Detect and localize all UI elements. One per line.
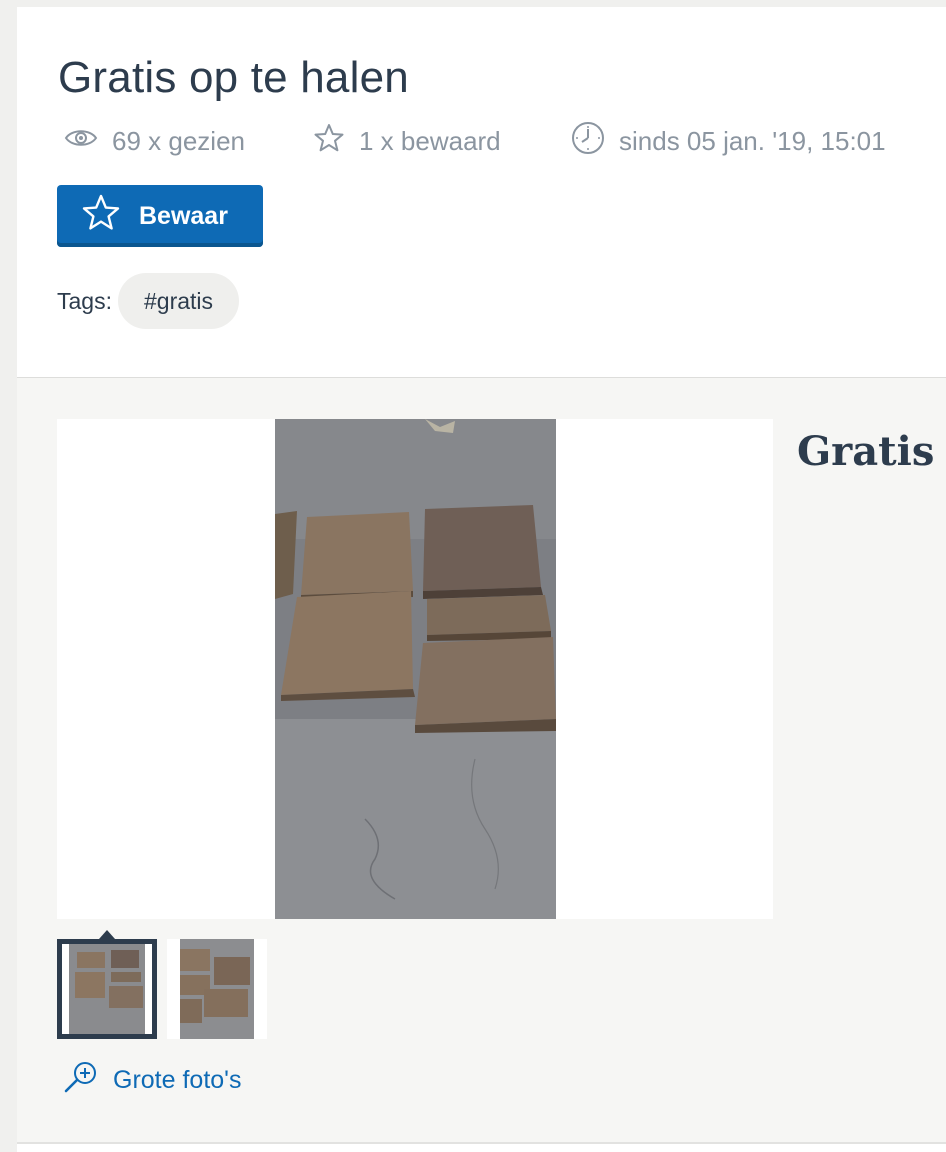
tags-label: Tags: bbox=[57, 287, 112, 314]
main-photo[interactable] bbox=[275, 419, 556, 919]
zoom-in-icon bbox=[63, 1060, 113, 1101]
saves-stat: 1 x bewaard bbox=[313, 119, 501, 163]
star-outline-icon bbox=[57, 193, 139, 240]
tag-gratis[interactable]: #gratis bbox=[117, 273, 240, 329]
views-count: 69 x gezien bbox=[112, 125, 245, 156]
large-photos-link[interactable]: Grote foto's bbox=[63, 1061, 242, 1097]
side-title: Gratis bbox=[797, 428, 935, 475]
listing-stats: 69 x gezien 1 x bewaard sinds 05 jan. '1… bbox=[17, 119, 946, 163]
tags-row: Tags: #gratis bbox=[57, 273, 240, 329]
save-button-label: Bewaar bbox=[139, 201, 228, 230]
saves-count: 1 x bewaard bbox=[359, 125, 501, 156]
thumbnail-2[interactable] bbox=[167, 939, 267, 1039]
thumbnail-image bbox=[69, 944, 145, 1034]
eye-icon bbox=[64, 126, 112, 157]
main-photo-frame bbox=[57, 419, 773, 919]
listing-content: Grote foto's Gratis bbox=[17, 378, 946, 1144]
posted-since-stat: sinds 05 jan. '19, 15:01 bbox=[571, 119, 886, 163]
star-outline-icon bbox=[313, 122, 359, 161]
clock-icon bbox=[571, 121, 619, 162]
thumbnail-1[interactable] bbox=[57, 939, 157, 1039]
selected-thumbnail-caret bbox=[99, 930, 115, 939]
page-title: Gratis op te halen bbox=[58, 53, 409, 102]
listing-header: Gratis op te halen 69 x gezien 1 x bewaa… bbox=[17, 7, 946, 378]
posted-since-text: sinds 05 jan. '19, 15:01 bbox=[619, 125, 886, 156]
save-button[interactable]: Bewaar bbox=[57, 185, 263, 247]
thumbnail-image bbox=[180, 939, 254, 1039]
listing-card: Gratis op te halen 69 x gezien 1 x bewaa… bbox=[17, 7, 946, 1152]
views-stat: 69 x gezien bbox=[64, 119, 245, 163]
large-photos-label: Grote foto's bbox=[113, 1065, 242, 1094]
